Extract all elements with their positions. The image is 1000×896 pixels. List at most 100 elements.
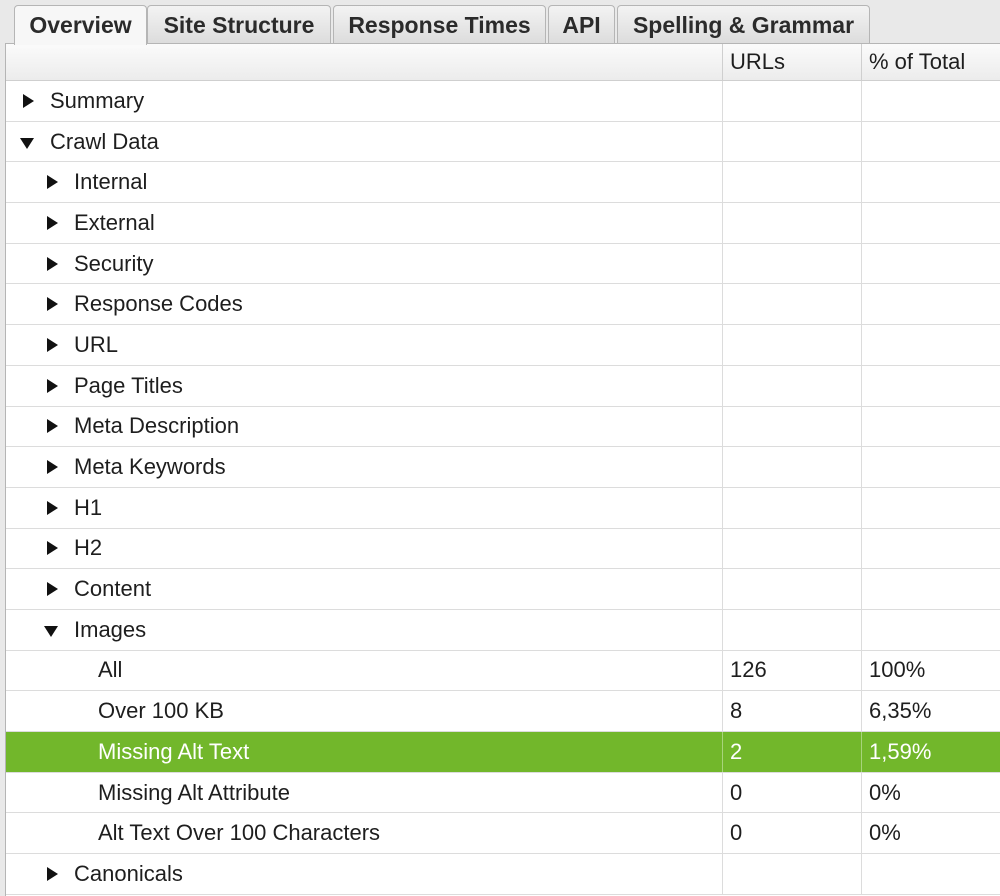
tree-row[interactable]: Meta Description — [6, 406, 1000, 448]
urls-count-cell — [722, 81, 861, 121]
expanded-arrow-icon[interactable] — [44, 622, 60, 638]
collapsed-arrow-icon[interactable] — [44, 459, 60, 475]
tree-row[interactable]: Crawl Data — [6, 121, 1000, 163]
urls-count-cell — [722, 243, 861, 284]
tree-row-name-cell: Meta Description — [6, 407, 722, 447]
urls-count-cell — [722, 609, 861, 650]
tree-row[interactable]: Images — [6, 609, 1000, 651]
collapsed-arrow-icon[interactable] — [44, 174, 60, 190]
column-header-percent[interactable]: % of Total — [861, 44, 1000, 80]
tree-row-name-cell: URL — [6, 325, 722, 365]
tree-row[interactable]: Internal — [6, 162, 1000, 204]
collapsed-arrow-icon[interactable] — [44, 540, 60, 556]
tree-row[interactable]: Alt Text Over 100 Characters 0 0% — [6, 813, 1000, 855]
tree-row-label: Security — [74, 250, 154, 276]
tree-row-name-cell: Internal — [6, 162, 722, 202]
table-header: URLs % of Total — [6, 44, 1000, 81]
urls-count-cell — [722, 121, 861, 162]
urls-count-cell — [722, 569, 861, 609]
tree-row-label: External — [74, 209, 155, 235]
tab-response-times[interactable]: Response Times — [333, 5, 546, 44]
collapsed-arrow-icon[interactable] — [44, 296, 60, 312]
urls-count-cell: 126 — [722, 650, 861, 691]
tree-row-label: H1 — [74, 494, 103, 520]
percent-total-cell — [861, 162, 1000, 203]
collapsed-arrow-icon[interactable] — [44, 215, 60, 231]
tree-row[interactable]: H2 — [6, 528, 1000, 570]
tree-row-label: H2 — [74, 535, 103, 561]
tree-row-label: Internal — [74, 169, 148, 195]
tree-row-name-cell: External — [6, 203, 722, 243]
tree-row-label: Missing Alt Text — [98, 738, 250, 764]
tree-row[interactable]: Response Codes — [6, 284, 1000, 326]
tab-bar: Overview Site Structure Response Times A… — [0, 0, 1000, 45]
tree-row-label: Canonicals — [74, 860, 183, 886]
urls-count-cell: 0 — [722, 813, 861, 854]
tree-row-name-cell: Canonicals — [6, 854, 722, 894]
percent-total-cell — [861, 406, 1000, 447]
collapsed-arrow-icon[interactable] — [20, 93, 36, 109]
tree-row-label: Meta Description — [74, 413, 240, 439]
tree-row[interactable]: Missing Alt Attribute 0 0% — [6, 772, 1000, 814]
urls-count-cell — [722, 162, 861, 203]
tree-row-label: Page Titles — [74, 372, 183, 398]
tree-row[interactable]: Canonicals — [6, 854, 1000, 895]
tree-row[interactable]: All 126 100% — [6, 650, 1000, 692]
urls-count-cell — [722, 325, 861, 365]
tree-row[interactable]: H1 — [6, 487, 1000, 529]
percent-total-cell — [861, 243, 1000, 284]
urls-count-cell — [722, 365, 861, 406]
tree-row-name-cell: Response Codes — [6, 284, 722, 324]
tree-row-name-cell: All — [6, 651, 722, 691]
tree-row-label: All — [98, 657, 123, 683]
percent-total-cell — [861, 854, 1000, 894]
tree-row-name-cell: Summary — [6, 81, 722, 121]
column-header-name[interactable] — [6, 44, 722, 80]
tree-row[interactable]: External — [6, 203, 1000, 244]
tree-row[interactable]: Over 100 KB 8 6,35% — [6, 691, 1000, 732]
collapsed-arrow-icon[interactable] — [44, 866, 60, 882]
tab-spelling-grammar[interactable]: Spelling & Grammar — [617, 5, 870, 44]
column-header-urls[interactable]: URLs — [722, 44, 861, 80]
tree-rows: Summary Crawl Data Internal External Securit… — [6, 81, 1000, 895]
tab-site-structure[interactable]: Site Structure — [147, 5, 331, 44]
tree-row[interactable]: Content — [6, 569, 1000, 610]
tree-row-label: Over 100 KB — [98, 698, 224, 724]
tree-row[interactable]: Summary — [6, 81, 1000, 122]
percent-total-cell: 0% — [861, 813, 1000, 854]
tree-row-name-cell: Images — [6, 610, 722, 650]
tree-row-name-cell: H1 — [6, 488, 722, 528]
tree-row[interactable]: URL — [6, 325, 1000, 366]
overview-panel: Overview Site Structure Response Times A… — [0, 0, 1000, 896]
tree-row-name-cell: Over 100 KB — [6, 691, 722, 731]
percent-total-cell — [861, 609, 1000, 650]
collapsed-arrow-icon[interactable] — [44, 337, 60, 353]
tree-row[interactable]: Missing Alt Text 2 1,59% — [6, 732, 1000, 773]
tree-row[interactable]: Meta Keywords — [6, 447, 1000, 488]
tree-row[interactable]: Security — [6, 243, 1000, 285]
tab-api[interactable]: API — [548, 5, 615, 44]
percent-total-cell — [861, 81, 1000, 121]
collapsed-arrow-icon[interactable] — [44, 500, 60, 516]
collapsed-arrow-icon[interactable] — [44, 581, 60, 597]
collapsed-arrow-icon[interactable] — [44, 256, 60, 272]
tree-row-name-cell: H2 — [6, 529, 722, 569]
percent-total-cell — [861, 487, 1000, 528]
percent-total-cell — [861, 121, 1000, 162]
tree-row[interactable]: Page Titles — [6, 365, 1000, 407]
tree-row-name-cell: Missing Alt Attribute — [6, 773, 722, 813]
percent-total-cell — [861, 325, 1000, 365]
collapsed-arrow-icon[interactable] — [44, 378, 60, 394]
tree-row-label: Response Codes — [74, 291, 243, 317]
tab-overview[interactable]: Overview — [14, 5, 147, 45]
expanded-arrow-icon[interactable] — [20, 134, 36, 150]
percent-total-cell: 1,59% — [861, 732, 1000, 772]
collapsed-arrow-icon[interactable] — [44, 418, 60, 434]
urls-count-cell — [722, 528, 861, 569]
urls-count-cell — [722, 406, 861, 447]
percent-total-cell — [861, 528, 1000, 569]
tree-row-label: Meta Keywords — [74, 454, 226, 480]
tree-row-name-cell: Content — [6, 569, 722, 609]
urls-count-cell — [722, 487, 861, 528]
percent-total-cell — [861, 365, 1000, 406]
